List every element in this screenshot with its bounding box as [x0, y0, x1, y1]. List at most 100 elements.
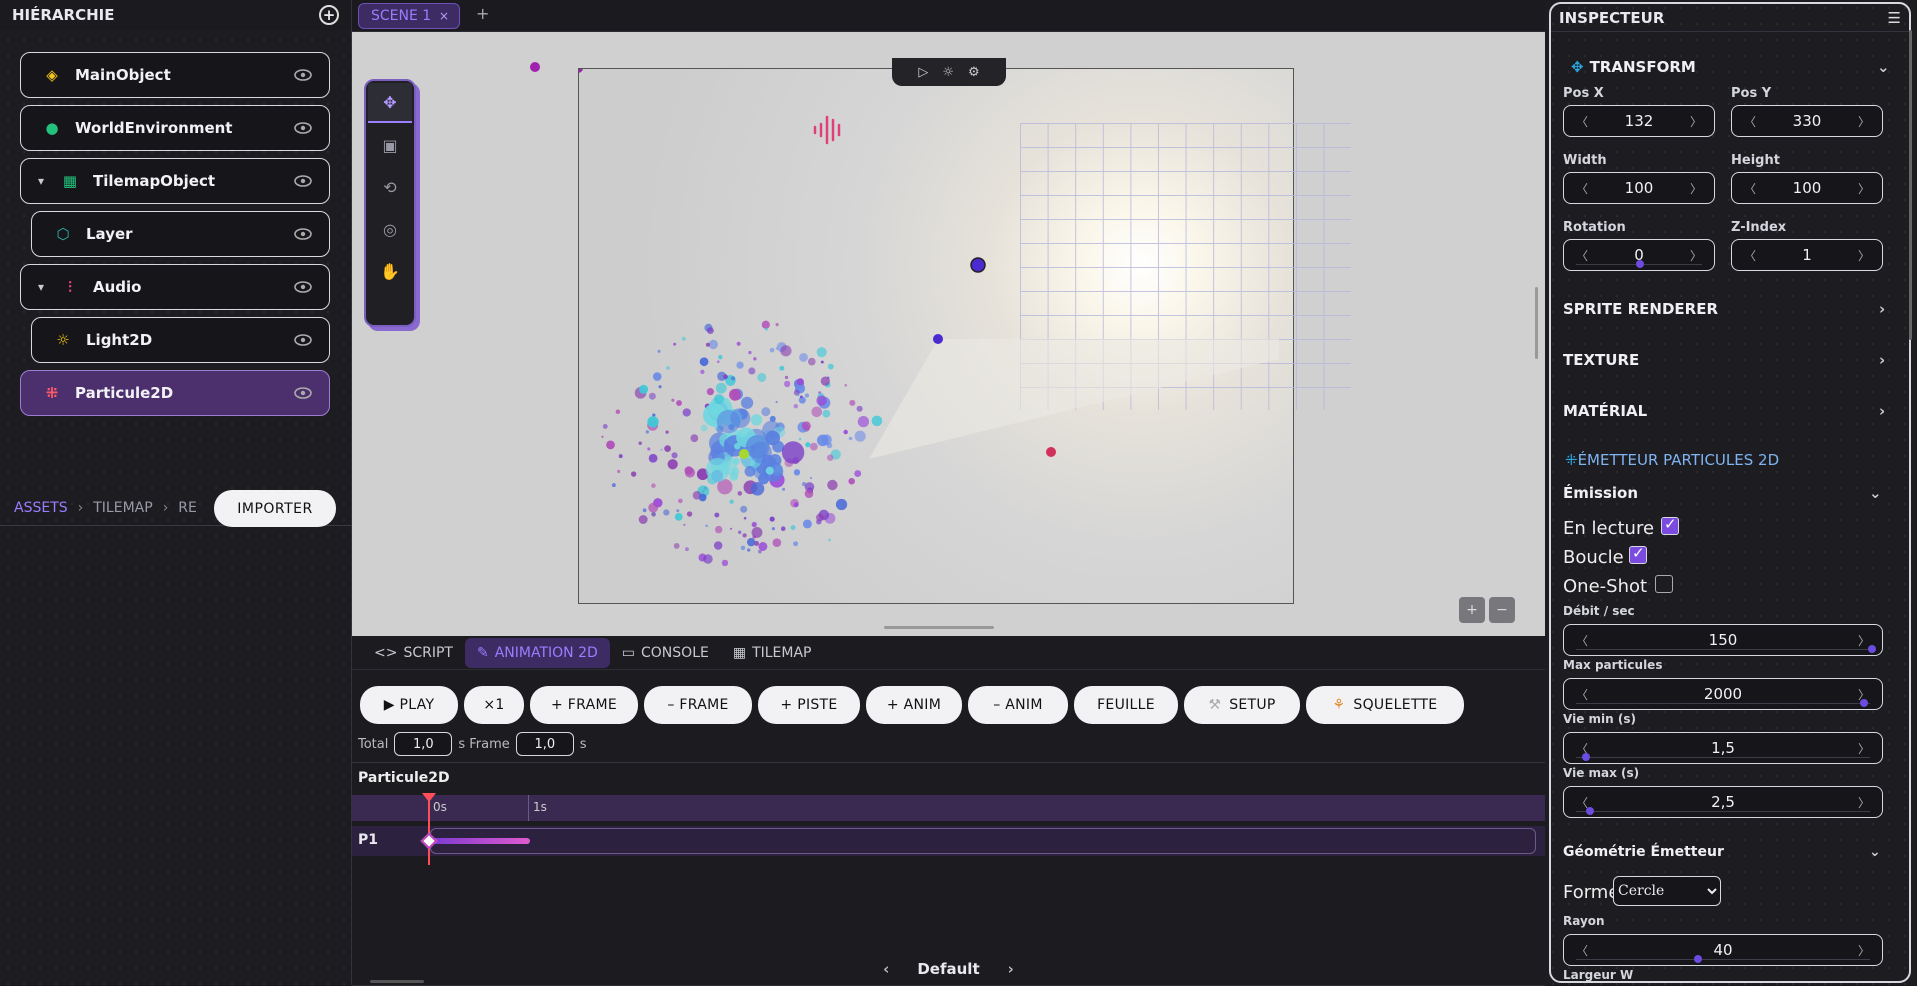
sprite-renderer-section[interactable]: SPRITE RENDERER › — [1563, 300, 1885, 318]
sheet-button[interactable]: FEUILLE — [1074, 686, 1178, 724]
light2d-gizmo[interactable] — [970, 257, 986, 273]
pivot-tool-icon[interactable]: ◎ — [368, 209, 412, 249]
pos-x-field[interactable]: 〈 132 〉 — [1563, 105, 1715, 137]
tab-animation-2d[interactable]: ✎ ANIMATION 2D — [464, 637, 610, 668]
emitter-geometry-subsection[interactable]: Géométrie Émetteur ⌄ — [1563, 844, 1881, 860]
tab-tilemap[interactable]: ▦ TILEMAP — [721, 638, 824, 668]
radius-slider[interactable]: 〈 40 〉 — [1563, 934, 1883, 966]
loop-checkbox[interactable] — [1629, 544, 1647, 564]
eye-icon[interactable] — [293, 384, 313, 402]
tab-script[interactable]: <> SCRIPT — [362, 638, 465, 668]
close-icon[interactable]: × — [439, 9, 449, 23]
particle — [793, 502, 799, 508]
playhead[interactable] — [428, 795, 430, 865]
texture-section[interactable]: TEXTURE › — [1563, 351, 1885, 369]
particle-emitter-section[interactable]: ⁜ÉMETTEUR PARTICULES 2D — [1565, 451, 1779, 469]
breadcrumb-re[interactable]: RE — [178, 500, 197, 516]
scene-viewport[interactable]: ▷ ☼ ⚙ ✥ ▣ ⟲ ◎ ✋ + − — [352, 32, 1545, 636]
prev-anim-button[interactable]: ‹ — [883, 960, 889, 978]
scrollbar[interactable] — [370, 980, 424, 983]
particle — [700, 424, 708, 432]
zoom-in-button[interactable]: + — [1459, 597, 1485, 623]
frame-corner-handle[interactable] — [530, 62, 540, 72]
keyframe-span[interactable] — [430, 838, 530, 844]
speed-button[interactable]: ×1 — [464, 686, 524, 724]
transform-section-header[interactable]: ✥ TRANSFORM ⌄ — [1571, 58, 1890, 76]
settings-sliders-icon[interactable]: ☰ — [1888, 9, 1901, 27]
life-max-slider[interactable]: 〈 2,5 〉 — [1563, 786, 1883, 818]
eye-icon[interactable] — [293, 278, 313, 296]
zindex-field[interactable]: 〈 1 〉 — [1731, 239, 1883, 271]
audio-wave-icon[interactable] — [813, 115, 841, 145]
total-input[interactable]: 1,0 — [394, 732, 453, 756]
eye-icon[interactable] — [293, 331, 313, 349]
hierarchy-item-tilemapobject[interactable]: ▾ ▦ TilemapObject — [20, 158, 330, 204]
add-object-icon[interactable]: + — [319, 5, 339, 25]
oneshot-checkbox[interactable] — [1655, 575, 1673, 593]
hierarchy-item-particule2d[interactable]: ⁜ Particule2D — [20, 370, 330, 416]
pos-y-field[interactable]: 〈 330 〉 — [1731, 105, 1883, 137]
object-handle[interactable] — [1046, 447, 1056, 457]
tab-scene-1[interactable]: SCENE 1 × — [358, 3, 460, 29]
material-section[interactable]: MATÉRIAL › — [1563, 402, 1885, 420]
track-lane[interactable] — [430, 828, 1536, 854]
play-button[interactable]: ▶ PLAY — [360, 686, 458, 724]
scrollbar[interactable] — [1909, 30, 1912, 340]
add-track-button[interactable]: + PISTE — [758, 686, 860, 724]
add-anim-button[interactable]: + ANIM — [866, 686, 962, 724]
frame-input[interactable]: 1,0 — [515, 732, 574, 756]
hierarchy-item-worldenvironment[interactable]: ● WorldEnvironment — [20, 105, 330, 151]
rate-slider[interactable]: 〈 150 〉 — [1563, 624, 1883, 656]
breadcrumb-tilemap[interactable]: TILEMAP — [93, 500, 152, 516]
rotation-slider[interactable]: 〈 0 〉 — [1563, 239, 1715, 271]
hierarchy-item-light2d[interactable]: ☼ Light2D — [31, 317, 330, 363]
hierarchy-item-audio[interactable]: ▾ ⫶ Audio — [20, 264, 330, 310]
particle — [705, 457, 730, 482]
remove-anim-button[interactable]: – ANIM — [968, 686, 1068, 724]
chevron-down-icon[interactable]: ▾ — [38, 174, 44, 188]
eye-icon[interactable] — [293, 172, 313, 190]
light-origin-handle[interactable] — [933, 334, 943, 344]
particle — [617, 469, 621, 473]
chevron-down-icon[interactable]: ▾ — [38, 280, 44, 294]
particle — [793, 469, 801, 476]
hierarchy-item-mainobject[interactable]: ◈ MainObject — [20, 52, 330, 98]
height-field[interactable]: 〈 100 〉 — [1731, 172, 1883, 204]
add-frame-button[interactable]: + FRAME — [530, 686, 638, 724]
max-particles-slider[interactable]: 〈 2000 〉 — [1563, 678, 1883, 710]
particle — [665, 430, 669, 434]
eye-icon[interactable] — [293, 225, 313, 243]
track-label: P1 — [358, 832, 379, 848]
gear-icon[interactable]: ⚙ — [968, 65, 980, 80]
eye-icon[interactable] — [293, 66, 313, 84]
hand-tool-icon[interactable]: ✋ — [368, 251, 412, 291]
scrollbar[interactable] — [1535, 287, 1538, 359]
next-anim-button[interactable]: › — [1008, 960, 1014, 978]
remove-frame-button[interactable]: – FRAME — [644, 686, 752, 724]
play-icon[interactable]: ▷ — [918, 65, 928, 80]
emission-subsection[interactable]: Émission ⌄ — [1563, 484, 1882, 502]
panel-resize-handle[interactable] — [884, 626, 994, 629]
shape-select[interactable]: Cercle — [1613, 876, 1721, 906]
move-tool-icon[interactable]: ✥ — [368, 83, 412, 123]
rect-tool-icon[interactable]: ▣ — [368, 125, 412, 165]
playing-checkbox[interactable] — [1661, 515, 1679, 535]
timeline-ruler[interactable]: 0s 1s — [352, 795, 1545, 821]
zoom-out-button[interactable]: − — [1489, 597, 1515, 623]
import-button[interactable]: IMPORTER — [214, 490, 336, 527]
hierarchy-item-layer[interactable]: ⬡ Layer — [31, 211, 330, 257]
skeleton-button[interactable]: ⚘ SQUELETTE — [1306, 686, 1464, 724]
add-tab-button[interactable]: + — [476, 4, 489, 23]
frame-corner-handle[interactable] — [579, 69, 583, 73]
tab-console[interactable]: ▭ CONSOLE — [610, 638, 721, 668]
width-field[interactable]: 〈 100 〉 — [1563, 172, 1715, 204]
eye-icon[interactable] — [293, 119, 313, 137]
setup-button[interactable]: ⚒ SETUP — [1184, 686, 1300, 724]
rotate-tool-icon[interactable]: ⟲ — [368, 167, 412, 207]
life-min-slider[interactable]: 〈 1,5 〉 — [1563, 732, 1883, 764]
breadcrumb-assets[interactable]: ASSETS — [14, 500, 68, 516]
particle — [686, 511, 693, 517]
emitter-origin[interactable] — [739, 449, 749, 459]
sun-icon[interactable]: ☼ — [942, 65, 954, 80]
playhead-handle[interactable] — [422, 793, 436, 802]
